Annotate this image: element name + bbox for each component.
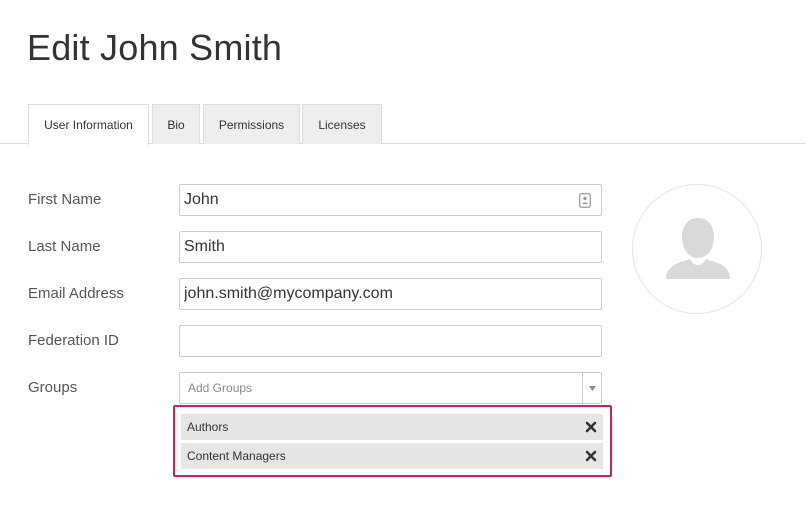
federation-id-field[interactable] bbox=[179, 325, 602, 357]
close-x-icon[interactable] bbox=[585, 421, 597, 433]
tab-bio[interactable]: Bio bbox=[152, 104, 200, 144]
triangle-down-icon bbox=[588, 385, 596, 391]
groups-dropdown[interactable]: Add Groups bbox=[179, 372, 602, 404]
email-field[interactable] bbox=[179, 278, 602, 310]
email-address-label: Email Address bbox=[28, 285, 124, 302]
tab-bar: User Information Bio Permissions License… bbox=[0, 104, 806, 145]
group-chip-content-managers: Content Managers bbox=[181, 443, 603, 469]
selected-groups-list: Authors Content Managers bbox=[173, 405, 612, 477]
groups-placeholder: Add Groups bbox=[188, 381, 253, 395]
group-chip-label: Authors bbox=[187, 420, 229, 434]
federation-id-label: Federation ID bbox=[28, 332, 119, 349]
avatar[interactable] bbox=[632, 184, 762, 314]
first-name-field[interactable] bbox=[179, 184, 602, 216]
last-name-label: Last Name bbox=[28, 238, 101, 255]
tab-permissions[interactable]: Permissions bbox=[203, 104, 300, 144]
close-x-icon[interactable] bbox=[585, 450, 597, 462]
contact-card-icon[interactable] bbox=[579, 193, 591, 208]
first-name-label: First Name bbox=[28, 191, 102, 208]
group-chip-authors: Authors bbox=[181, 414, 603, 440]
groups-dropdown-toggle[interactable] bbox=[582, 373, 601, 403]
last-name-field[interactable] bbox=[179, 231, 602, 263]
tab-licenses[interactable]: Licenses bbox=[302, 104, 382, 144]
user-silhouette-icon bbox=[666, 218, 730, 279]
groups-label: Groups bbox=[28, 379, 78, 396]
group-chip-label: Content Managers bbox=[187, 449, 286, 463]
tab-user-information[interactable]: User Information bbox=[28, 104, 149, 145]
page-title: Edit John Smith bbox=[27, 27, 283, 68]
